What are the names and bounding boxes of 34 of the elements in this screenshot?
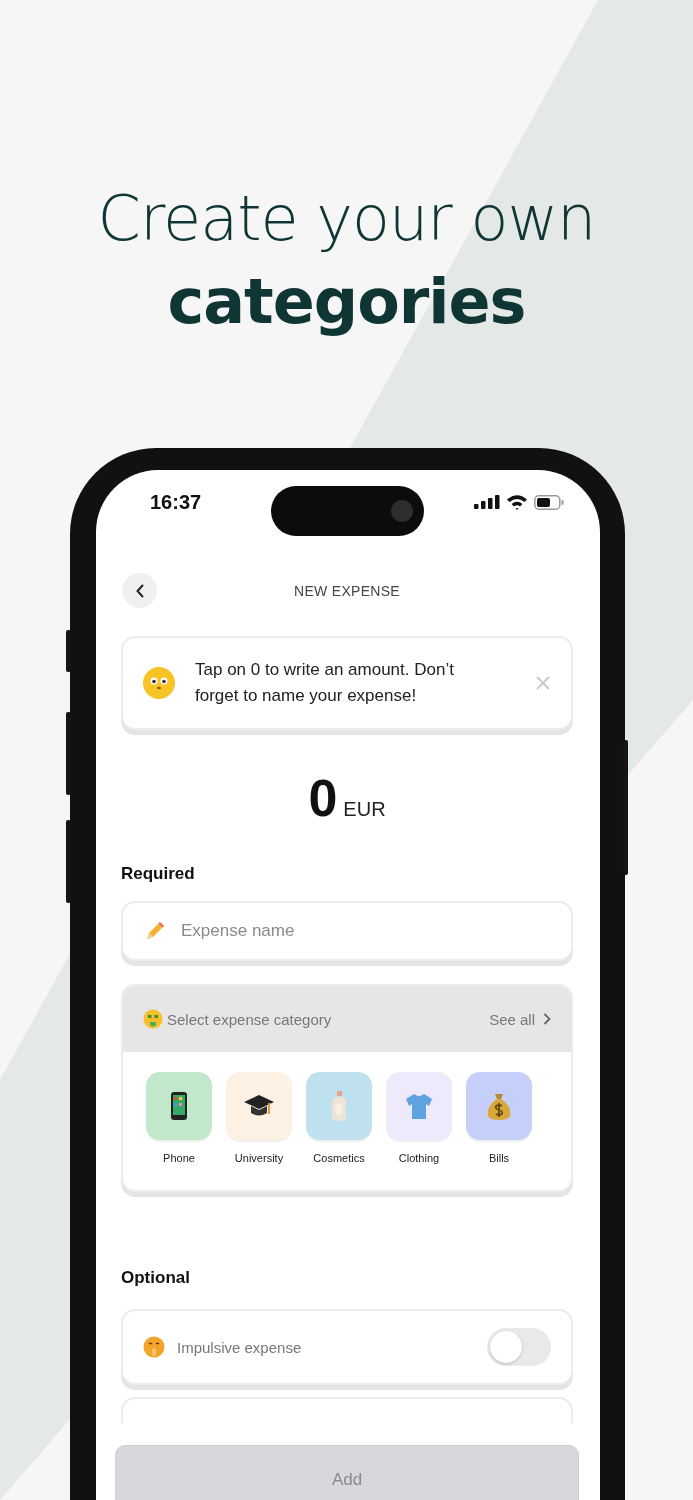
category-tile[interactable]: Phone [146,1072,212,1164]
wifi-icon [506,494,528,510]
headline: categories [166,264,527,340]
currency-label: EUR [343,798,386,821]
close-icon [535,675,551,691]
headline: Create your own [96,181,597,257]
category-tile[interactable]: Cosmetics [306,1072,372,1164]
category-prompt: Select expense category [167,1010,332,1028]
category-tile[interactable]: University [226,1072,292,1164]
category-tile[interactable]: Bills [466,1072,532,1164]
section-heading: Optional [121,1267,191,1288]
signal-icon [474,495,500,509]
close-button[interactable] [535,675,551,691]
shirt-icon [404,1092,434,1120]
expense-name-field[interactable]: Expense name [121,901,573,961]
back-icon [134,583,145,598]
tip-text: Tap on 0 to write an amount. Don’t forget to name your expense! [195,659,455,707]
amount-value[interactable]: 0 [308,768,338,828]
face-icon [143,667,175,699]
battery-icon [534,494,564,510]
bottle-icon [329,1090,349,1122]
screen-title: NEW EXPENSE [294,583,400,599]
section-heading: Required [121,863,196,884]
see-all-link[interactable]: See all [489,1010,551,1028]
category-tile[interactable]: Clothing [386,1072,452,1164]
back-button[interactable] [122,573,157,608]
money-face-icon [143,1009,163,1029]
toggle-switch[interactable] [487,1328,551,1366]
money-bag-icon [485,1091,513,1121]
chevron-right-icon [543,1013,551,1025]
impulsive-expense-label: Impulsive expense [177,1338,303,1356]
shushing-face-icon [143,1336,165,1358]
status-time: 16:37 [150,490,202,514]
phone-icon [170,1091,188,1121]
